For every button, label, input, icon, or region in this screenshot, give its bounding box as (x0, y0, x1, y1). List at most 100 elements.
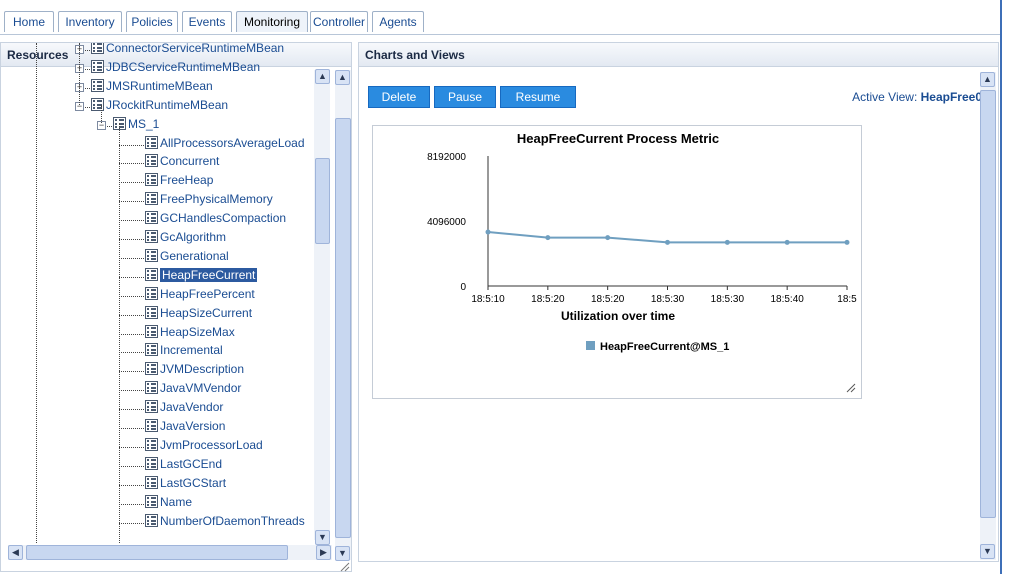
tree-node[interactable]: ConnectorServiceRuntimeMBean (91, 43, 284, 57)
tree-node-label[interactable]: AllProcessorsAverageLoad (160, 136, 305, 150)
tree-node-label[interactable]: Incremental (160, 343, 223, 357)
tree-node[interactable]: FreePhysicalMemory (145, 190, 273, 208)
tree-node[interactable]: LastGCEnd (145, 455, 222, 473)
tree-connector (119, 239, 144, 240)
tree-scroll-right-button[interactable]: ▶ (316, 545, 331, 560)
resume-button[interactable]: Resume (500, 86, 576, 108)
mbean-icon (91, 97, 104, 111)
tree-node-label[interactable]: ConnectorServiceRuntimeMBean (106, 43, 284, 55)
tree-node-label[interactable]: Concurrent (160, 154, 219, 168)
tree-node-label[interactable]: GcAlgorithm (160, 230, 226, 244)
tree-node[interactable]: NumberOfDaemonThreads (145, 512, 305, 530)
tab-home[interactable]: Home (4, 11, 54, 32)
tab-controller[interactable]: Controller (310, 11, 368, 32)
charts-scroll-thumb[interactable] (980, 90, 996, 518)
tree-node[interactable]: HeapFreePercent (145, 285, 255, 303)
tree-node[interactable]: Incremental (145, 341, 223, 359)
resize-grip-icon[interactable] (340, 562, 350, 572)
data-point[interactable] (605, 235, 611, 241)
y-tick-label: 4096000 (427, 217, 466, 228)
tree-node-label-selected[interactable]: HeapFreeCurrent (160, 267, 258, 282)
tree-node-label[interactable]: NumberOfDaemonThreads (160, 514, 305, 528)
tree-node-label[interactable]: LastGCStart (160, 476, 226, 490)
tree-node-label[interactable]: MS_1 (128, 117, 159, 131)
tree-connector (119, 163, 144, 165)
tree-node[interactable]: LastGCStart (145, 474, 226, 492)
tree-node[interactable]: AllProcessorsAverageLoad (145, 134, 305, 152)
data-point[interactable] (724, 239, 730, 245)
tree-node[interactable]: JMSRuntimeMBean (91, 77, 213, 95)
tree-node[interactable]: JavaVMVendor (145, 379, 241, 397)
tree-node-label[interactable]: JDBCServiceRuntimeMBean (106, 60, 260, 74)
tree-node[interactable]: JRockitRuntimeMBean (91, 96, 228, 114)
data-point[interactable] (784, 239, 790, 245)
tab-events[interactable]: Events (182, 11, 232, 32)
tree-node-label[interactable]: Name (160, 495, 192, 509)
tree-node[interactable]: JvmProcessorLoad (145, 436, 263, 454)
tree-scroll-left-button[interactable]: ◀ (8, 545, 23, 560)
tree-node-label[interactable]: HeapFreePercent (160, 287, 255, 301)
tree-connector (119, 446, 144, 448)
tree-scroll-down-button[interactable]: ▼ (315, 530, 330, 545)
active-view-name[interactable]: HeapFree0 (921, 90, 982, 104)
pause-button[interactable]: Pause (434, 86, 496, 108)
tab-agents[interactable]: Agents (372, 11, 424, 32)
mbean-icon (145, 324, 158, 338)
tree-node-label[interactable]: FreeHeap (160, 173, 213, 187)
tree-node[interactable]: JDBCServiceRuntimeMBean (91, 58, 260, 76)
tree-node[interactable]: JVMDescription (145, 360, 244, 378)
tree-node[interactable]: Name (145, 493, 192, 511)
data-point[interactable] (485, 229, 491, 235)
tree-connector (119, 333, 144, 335)
charts-scroll-down-button[interactable]: ▼ (980, 544, 995, 559)
data-point[interactable] (844, 239, 850, 245)
tree-node-label[interactable]: JavaVersion (160, 419, 225, 433)
tree-node-label[interactable]: Generational (160, 249, 229, 263)
tree-node-label[interactable]: JvmProcessorLoad (160, 438, 263, 452)
tree-node[interactable]: HeapSizeMax (145, 323, 235, 341)
tree-connector (119, 201, 144, 203)
resources-scroll-thumb[interactable] (335, 118, 351, 538)
tree-node[interactable]: GCHandlesCompaction (145, 209, 286, 227)
tree-connector (119, 182, 144, 184)
tree-node-label[interactable]: JRockitRuntimeMBean (106, 98, 228, 112)
tree-node[interactable]: Concurrent (145, 152, 219, 170)
tree-node[interactable]: FreeHeap (145, 171, 213, 189)
resources-scroll-up-button[interactable]: ▲ (335, 70, 350, 85)
tree-node-label[interactable]: JVMDescription (160, 362, 244, 376)
tree-node[interactable]: JavaVendor (145, 398, 223, 416)
tree-guide-line (119, 123, 120, 543)
tab-inventory[interactable]: Inventory (58, 11, 122, 32)
tree-node[interactable]: Generational (145, 247, 229, 265)
tree-scroll-up-button[interactable]: ▲ (315, 69, 330, 84)
tree-node-label[interactable]: LastGCEnd (160, 457, 222, 471)
data-point[interactable] (545, 235, 551, 241)
tree-node-label[interactable]: HeapSizeCurrent (160, 306, 252, 320)
tree-scrollbar-track[interactable] (314, 70, 330, 540)
y-tick-label: 0 (460, 282, 466, 293)
tree-hscroll-thumb[interactable] (26, 545, 288, 560)
tree-scroll-thumb[interactable] (315, 158, 330, 244)
tree-node[interactable]: HeapFreeCurrent (145, 266, 258, 284)
x-tick-label: 18:5:20 (531, 294, 565, 305)
tree-node-label[interactable]: JavaVMVendor (160, 381, 241, 395)
tree-node-label[interactable]: HeapSizeMax (160, 325, 235, 339)
data-point[interactable] (665, 239, 670, 245)
tree-node-label[interactable]: FreePhysicalMemory (160, 192, 273, 206)
tree-node-label[interactable]: JavaVendor (160, 400, 223, 414)
tree-node-label[interactable]: JMSRuntimeMBean (106, 79, 213, 93)
chart-resize-grip-icon[interactable] (846, 383, 856, 393)
x-tick-label: 18:5:40 (770, 294, 804, 305)
mbean-icon (145, 173, 158, 187)
tab-policies[interactable]: Policies (126, 11, 178, 32)
x-tick-label: 18:5 (837, 294, 857, 305)
tree-node[interactable]: JavaVersion (145, 417, 225, 435)
delete-button[interactable]: Delete (368, 86, 430, 108)
tree-node-label[interactable]: GCHandlesCompaction (160, 211, 286, 225)
tree-connector (119, 428, 144, 429)
tree-node[interactable]: HeapSizeCurrent (145, 304, 252, 322)
resources-scroll-down-button[interactable]: ▼ (335, 546, 350, 561)
charts-scroll-up-button[interactable]: ▲ (980, 72, 995, 87)
tree-node[interactable]: GcAlgorithm (145, 228, 226, 246)
tab-monitoring[interactable]: Monitoring (236, 11, 308, 32)
